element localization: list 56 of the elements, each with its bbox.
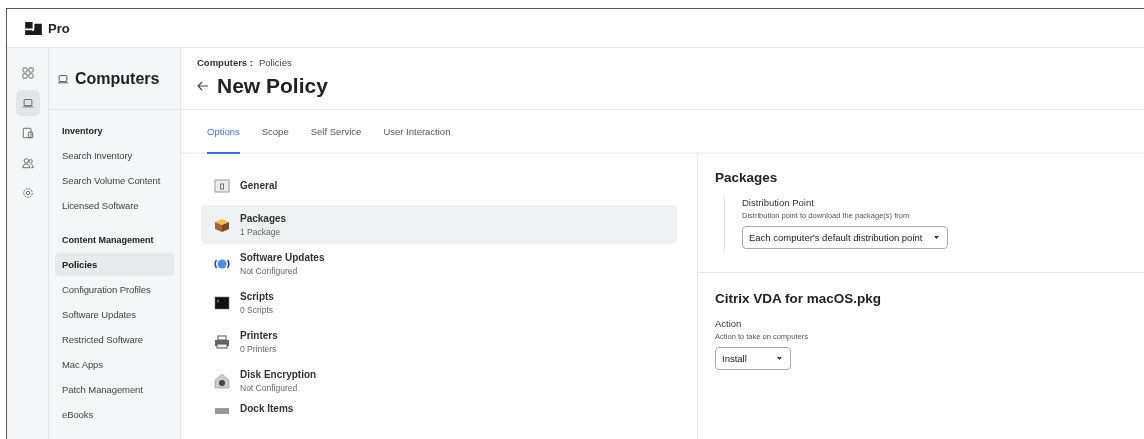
payload-item[interactable]: Packages 1 Package bbox=[201, 205, 677, 244]
tab[interactable]: Options bbox=[207, 110, 240, 154]
tab[interactable]: Self Service bbox=[310, 110, 362, 154]
payload-name: Packages bbox=[240, 212, 287, 224]
devices-icon bbox=[21, 127, 34, 139]
grid-icon bbox=[21, 67, 34, 79]
section-heading: Content Management bbox=[61, 234, 155, 247]
payload-status: 0 Scripts bbox=[240, 304, 274, 315]
sidebar-item[interactable]: Search Inventory bbox=[55, 144, 174, 167]
sidebar-item[interactable]: Mac Apps bbox=[55, 353, 174, 376]
tab[interactable]: Scope bbox=[261, 110, 289, 154]
field-label: Action bbox=[715, 318, 743, 329]
sidebar-title: Computers bbox=[75, 69, 160, 88]
settings-icon bbox=[21, 187, 34, 199]
payload-name: General bbox=[240, 180, 278, 191]
box-icon bbox=[214, 216, 230, 233]
breadcrumb-current: Policies bbox=[258, 57, 292, 68]
payload-name: Scripts bbox=[240, 290, 274, 302]
laptop-icon bbox=[57, 72, 69, 85]
payload-name: Printers bbox=[240, 329, 278, 341]
printer-icon bbox=[214, 333, 230, 350]
logo-icon bbox=[25, 21, 42, 35]
field-label: Distribution Point bbox=[742, 197, 815, 208]
sidebar-item[interactable]: Policies bbox=[55, 253, 174, 276]
tab[interactable]: User Interaction bbox=[383, 110, 451, 154]
caret-icon bbox=[776, 357, 782, 360]
nav-button[interactable] bbox=[15, 90, 40, 116]
sidebar-item[interactable]: Search Volume Content bbox=[55, 169, 174, 192]
sidebar-item[interactable]: Patch Management bbox=[55, 378, 174, 401]
sidebar-item[interactable]: Software Updates bbox=[55, 303, 174, 326]
distribution-point-dropdown[interactable]: Each computer's default distribution point bbox=[742, 226, 949, 249]
page-title: New Policy bbox=[217, 74, 328, 98]
users-icon bbox=[21, 157, 34, 169]
section-heading: Inventory bbox=[61, 125, 104, 138]
sidebar-item[interactable]: eBooks bbox=[55, 403, 174, 426]
payload-name: Software Updates bbox=[240, 251, 325, 263]
action-dropdown[interactable]: Install bbox=[715, 347, 791, 370]
payload-name: Dock Items bbox=[240, 403, 294, 414]
caret-icon bbox=[934, 236, 940, 239]
back-button[interactable] bbox=[197, 81, 209, 91]
panel-icon bbox=[214, 177, 230, 194]
payload-status: 0 Printers bbox=[240, 343, 278, 354]
house-lock-icon bbox=[214, 372, 230, 389]
terminal-icon bbox=[214, 294, 230, 311]
sidebar-item[interactable]: Configuration Profiles bbox=[55, 278, 174, 301]
payload-name: Disk Encryption bbox=[240, 368, 317, 380]
panel-title: Packages bbox=[715, 170, 779, 185]
breadcrumb-link[interactable]: Computers : bbox=[197, 57, 253, 68]
payload-status: Not Configured bbox=[240, 265, 299, 276]
panel-title: Citrix VDA for macOS.pkg bbox=[715, 291, 883, 306]
sidebar-item[interactable]: Licensed Software bbox=[55, 194, 174, 217]
payload-status: 1 Package bbox=[240, 226, 282, 237]
app-name: Pro bbox=[48, 20, 70, 36]
payload-status: Not Configured bbox=[240, 382, 299, 393]
sidebar-item[interactable]: Restricted Software bbox=[55, 328, 174, 351]
laptop-icon bbox=[21, 97, 34, 109]
